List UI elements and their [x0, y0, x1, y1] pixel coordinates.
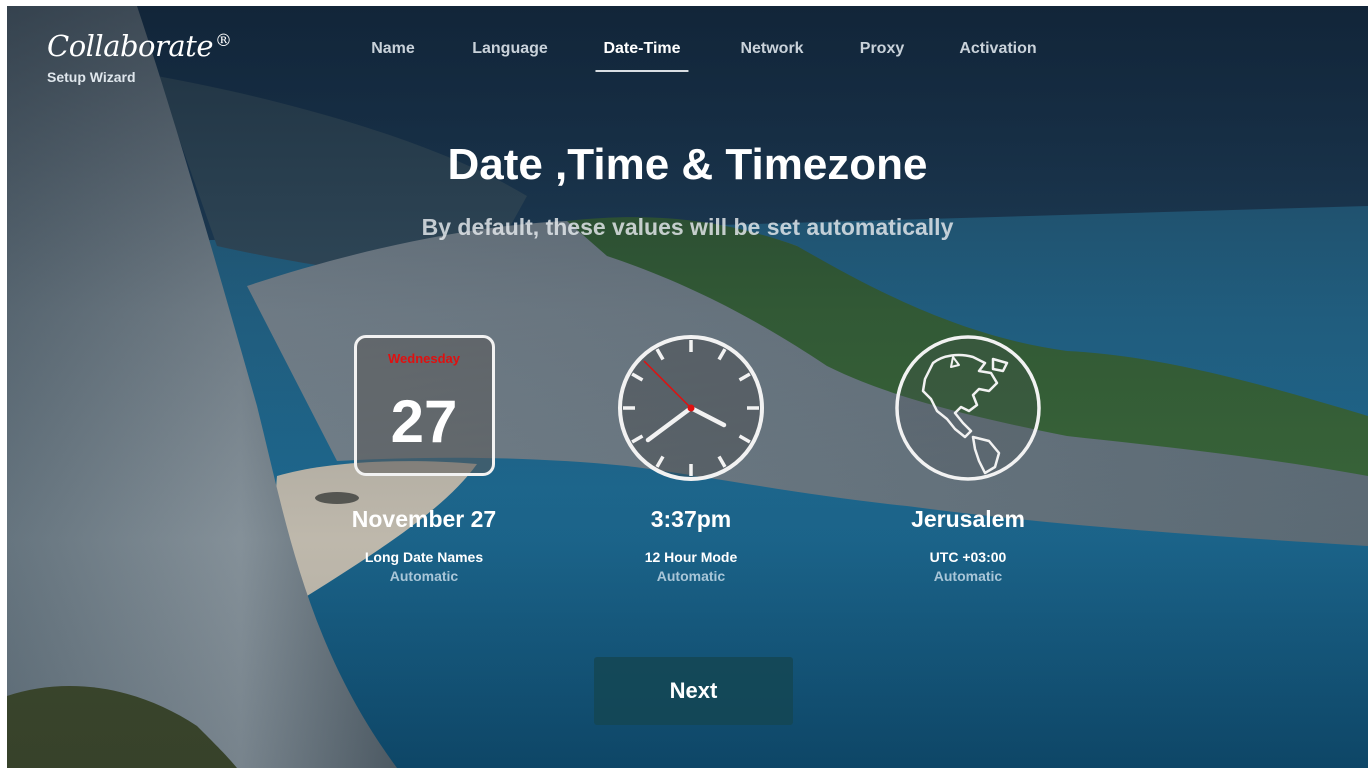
page-subtitle: By default, these values will be set aut… [421, 214, 954, 240]
step-language[interactable]: Language [464, 36, 556, 70]
clock-center [687, 404, 695, 412]
date-setting[interactable]: Wednesday 27 November 27 Long Date Names… [314, 333, 534, 584]
time-status: Automatic [656, 568, 726, 584]
timezone-value: Jerusalem [911, 506, 1025, 532]
step-activation[interactable]: Activation [951, 36, 1044, 70]
time-format-mode: 12 Hour Mode [644, 549, 738, 565]
step-network[interactable]: Network [732, 36, 811, 70]
clock-icon[interactable] [616, 333, 766, 483]
setup-wizard-screen: Collaborate ® Setup Wizard Name Language … [7, 6, 1368, 768]
globe-icon[interactable] [893, 333, 1043, 483]
step-name[interactable]: Name [363, 36, 423, 70]
calendar-icon[interactable]: Wednesday 27 [353, 335, 495, 476]
calendar-weekday: Wednesday [387, 351, 460, 366]
step-proxy[interactable]: Proxy [852, 36, 912, 70]
step-date-time[interactable]: Date-Time [595, 36, 689, 72]
date-status: Automatic [389, 568, 459, 584]
timezone-status: Automatic [933, 568, 1003, 584]
time-value: 3:37pm [650, 506, 732, 532]
timezone-offset: UTC +03:00 [929, 549, 1007, 565]
timezone-setting[interactable]: Jerusalem UTC +03:00 Automatic [858, 333, 1078, 584]
time-setting[interactable]: 3:37pm 12 Hour Mode Automatic [581, 333, 801, 584]
wizard-steps-nav: Name Language Date-Time Network Proxy Ac… [7, 36, 1368, 76]
calendar-day-number: 27 [390, 388, 458, 455]
date-value: November 27 [351, 506, 497, 532]
page-title: Date ,Time & Timezone [447, 140, 928, 189]
date-format-mode: Long Date Names [364, 549, 484, 565]
next-button[interactable]: Next [594, 657, 793, 725]
